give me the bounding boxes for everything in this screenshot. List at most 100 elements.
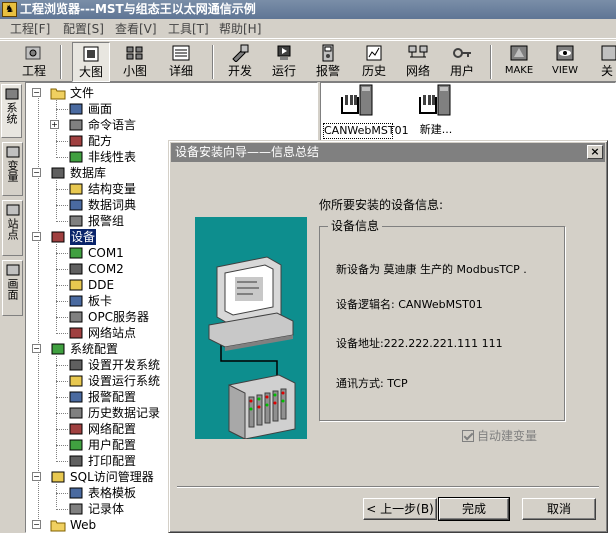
network-icon <box>408 45 428 58</box>
wizard-illustration <box>195 217 307 440</box>
tree-line <box>56 493 68 494</box>
tree-item-label: 打印配置 <box>88 454 137 468</box>
tab-system-label: 系统 <box>5 102 18 124</box>
tab-sites[interactable]: 站点 <box>2 200 23 256</box>
dde-icon <box>69 279 83 291</box>
tree-item-label: 结构变量 <box>88 182 137 196</box>
network-config-icon <box>69 423 83 435</box>
tree-line <box>56 141 68 142</box>
toolbar-network-label: 网络 <box>405 64 430 78</box>
collapse-icon[interactable]: − <box>32 520 41 529</box>
close-icon <box>601 45 616 61</box>
dialog-prompt: 你所要安装的设备信息: <box>319 198 444 212</box>
auto-create-variables-checkbox[interactable]: 自动建变量 <box>462 429 537 443</box>
toolbar-close-button[interactable]: 关 <box>598 42 616 82</box>
toolbar-make-label: MAKE <box>504 65 534 76</box>
tree-item-label: 设置开发系统 <box>88 358 161 372</box>
close-icon[interactable]: × <box>587 145 603 159</box>
device-item[interactable]: CANWebMST01 <box>323 83 409 139</box>
toolbar-network-button[interactable]: 网络 <box>400 42 436 82</box>
com-port-icon <box>69 247 83 259</box>
toolbar-small-icons-button[interactable]: 小图 <box>116 42 154 82</box>
toolbar-make-button[interactable]: MAKE <box>500 42 538 82</box>
device-vendor-line: 新设备为 莫迪康 生产的 ModbusTCP . <box>336 263 527 276</box>
system-config-icon <box>51 343 65 355</box>
history-icon <box>366 45 382 61</box>
menu-view[interactable]: 查看[V] <box>115 21 157 37</box>
tree-item-label: OPC服务器 <box>88 310 150 324</box>
tree-line <box>56 221 68 222</box>
table-template-icon <box>69 487 83 499</box>
collapse-icon[interactable]: − <box>32 472 41 481</box>
data-dictionary-icon <box>69 199 83 211</box>
expand-icon[interactable]: + <box>50 120 59 129</box>
tree-item[interactable]: 画面 <box>26 101 316 117</box>
collapse-icon[interactable]: − <box>32 168 41 177</box>
tree-line <box>56 269 68 270</box>
toolbar-user-label: 用户 <box>449 64 474 78</box>
tree-line <box>56 509 68 510</box>
tab-variables[interactable]: 变量 <box>2 142 23 196</box>
toolbar-large-icons-button[interactable]: 大图 <box>72 42 110 82</box>
toolbar-view-button[interactable]: VIEW <box>546 42 584 82</box>
make-icon <box>510 45 528 61</box>
toolbar: 工程 大图 小图 详细 开发 运行 报警 历史 网络 用户 MAKE VIEW … <box>0 40 616 82</box>
communication-mode-line: 通讯方式: TCP <box>336 377 408 390</box>
new-device-icon <box>419 84 451 116</box>
tree-item[interactable]: + 命令语言 <box>26 117 316 133</box>
menu-project[interactable]: 工程[F] <box>10 21 50 37</box>
alarm-config-icon <box>69 391 83 403</box>
run-settings-icon <box>69 375 83 387</box>
toolbar-run-label: 运行 <box>271 64 296 78</box>
menu-bar: 工程[F] 配置[S] 查看[V] 工具[T] 帮助[H] <box>0 19 616 39</box>
tree-item-label: 用户配置 <box>88 438 137 452</box>
new-device-label: 新建... <box>419 123 453 136</box>
tree-item-label: 设备 <box>70 229 97 245</box>
menu-help[interactable]: 帮助[H] <box>219 21 261 37</box>
toolbar-run-button[interactable]: 运行 <box>266 42 302 82</box>
tree-line <box>56 317 68 318</box>
toolbar-alarm-button[interactable]: 报警 <box>310 42 346 82</box>
toolbar-project-button[interactable]: 工程 <box>14 42 54 82</box>
window-title: 工程浏览器---MST与组态王以太网通信示例 <box>20 2 256 16</box>
history-record-icon <box>69 407 83 419</box>
print-config-icon <box>69 455 83 467</box>
folder-icon <box>50 88 66 100</box>
com-port-icon <box>69 263 83 275</box>
details-icon <box>172 45 190 61</box>
record-icon <box>69 503 83 515</box>
toolbar-alarm-label: 报警 <box>315 64 340 78</box>
menu-config[interactable]: 配置[S] <box>63 21 104 37</box>
tree-item-label: 命令语言 <box>88 118 137 132</box>
new-device-item[interactable]: 新建... <box>401 83 471 137</box>
toolbar-close-label: 关 <box>600 64 613 78</box>
finish-button[interactable]: 完成 <box>438 497 510 521</box>
toolbar-view-label: VIEW <box>552 65 578 76</box>
dialog-title: 设备安装向导——信息总结 <box>175 145 320 159</box>
tree-item[interactable]: − 文件 <box>26 85 316 101</box>
cancel-button[interactable]: 取消 <box>522 498 596 520</box>
collapse-icon[interactable]: − <box>32 344 41 353</box>
tab-variables-label: 变量 <box>6 160 19 182</box>
tree-item-label: 数据库 <box>70 166 107 180</box>
collapse-icon[interactable]: − <box>32 88 41 97</box>
run-icon <box>277 45 291 60</box>
menu-tools[interactable]: 工具[T] <box>168 21 209 37</box>
tab-screens[interactable]: 画面 <box>2 260 23 316</box>
title-bar: ♞ 工程浏览器---MST与组态王以太网通信示例 <box>0 0 616 19</box>
tree-item-label: 文件 <box>70 86 95 100</box>
toolbar-develop-button[interactable]: 开发 <box>222 42 258 82</box>
tab-system[interactable]: 系统 <box>1 84 22 138</box>
collapse-icon[interactable]: − <box>32 232 41 241</box>
sites-tab-icon <box>6 204 19 216</box>
toolbar-history-button[interactable]: 历史 <box>356 42 392 82</box>
tree-item-label: 板卡 <box>88 294 113 308</box>
toolbar-user-button[interactable]: 用户 <box>444 42 480 82</box>
device-info-group: 设备信息 新设备为 莫迪康 生产的 ModbusTCP . 设备逻辑名: CAN… <box>319 219 565 421</box>
back-button[interactable]: < 上一步(B) <box>363 498 437 520</box>
toolbar-large-icons-label: 大图 <box>78 65 103 79</box>
tab-sites-label: 站点 <box>6 218 19 240</box>
toolbar-details-button[interactable]: 详细 <box>162 42 200 82</box>
tree-line <box>56 157 68 158</box>
user-config-icon <box>69 439 83 451</box>
